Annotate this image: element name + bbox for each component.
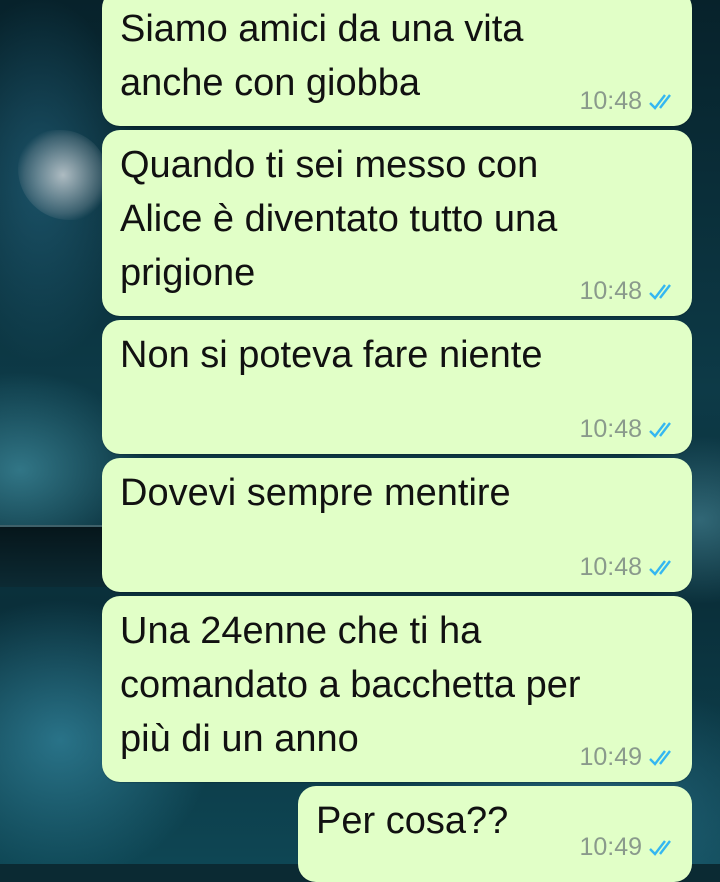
message-meta: 10:48 xyxy=(579,87,678,116)
message-bubble-5[interactable]: Una 24enne che ti ha comandato a bacchet… xyxy=(102,596,692,782)
double-check-read-icon xyxy=(649,421,671,438)
message-text: Una 24enne che ti ha comandato a bacchet… xyxy=(120,610,581,760)
message-time: 10:48 xyxy=(579,553,642,581)
message-bubble-1[interactable]: Siamo amici da una vita anche con giobba… xyxy=(102,0,692,126)
message-time: 10:48 xyxy=(579,415,642,443)
message-meta: 10:48 xyxy=(579,415,678,444)
message-text: Non si poteva fare niente xyxy=(120,334,543,376)
message-time: 10:49 xyxy=(579,743,642,771)
message-bubble-2[interactable]: Quando ti sei messo con Alice è diventat… xyxy=(102,130,692,316)
message-text: Quando ti sei messo con Alice è diventat… xyxy=(120,144,558,294)
message-meta: 10:49 xyxy=(579,743,678,772)
message-time: 10:48 xyxy=(579,277,642,305)
message-time: 10:49 xyxy=(579,833,642,861)
wallpaper-dj-deck xyxy=(0,525,110,587)
message-bubble-4[interactable]: Dovevi sempre mentire 10:48 xyxy=(102,458,692,592)
wallpaper-hand xyxy=(18,130,108,220)
message-text: Per cosa?? xyxy=(316,800,509,842)
double-check-read-icon xyxy=(649,559,671,576)
double-check-read-icon xyxy=(649,283,671,300)
double-check-read-icon xyxy=(649,839,671,856)
message-meta: 10:48 xyxy=(579,277,678,306)
message-text: Dovevi sempre mentire xyxy=(120,472,511,514)
message-time: 10:48 xyxy=(579,87,642,115)
message-meta: 10:48 xyxy=(579,553,678,582)
message-text: Siamo amici da una vita anche con giobba xyxy=(120,8,524,104)
double-check-read-icon xyxy=(649,93,671,110)
double-check-read-icon xyxy=(649,749,671,766)
message-bubble-6[interactable]: Per cosa?? 10:49 xyxy=(298,786,692,882)
message-bubble-3[interactable]: Non si poteva fare niente 10:48 xyxy=(102,320,692,454)
message-meta: 10:49 xyxy=(579,833,678,862)
